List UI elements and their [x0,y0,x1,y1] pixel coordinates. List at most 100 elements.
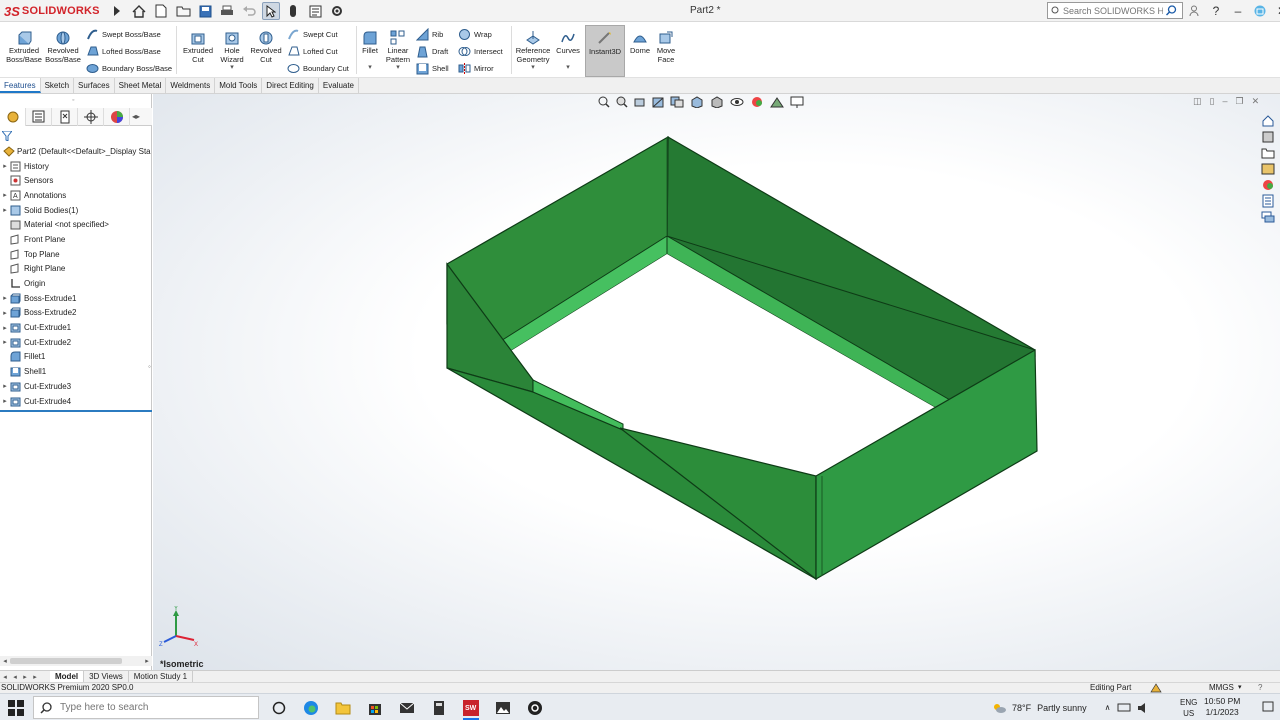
tree-item-boss-extrude1[interactable]: ▸ Boss-Extrude1 [0,291,152,306]
model-canvas[interactable] [153,94,1280,670]
tree-horizontal-scrollbar[interactable]: ◂ ▸ [0,656,152,666]
search-magnifier-icon[interactable] [1166,5,1177,16]
tab-evaluate[interactable]: Evaluate [319,78,360,93]
display-manager-tab-icon[interactable] [104,107,130,126]
tab-features[interactable]: Features [0,78,41,93]
tree-item-cut-extrude4[interactable]: ▸ Cut-Extrude4 [0,394,152,409]
instant3d-button[interactable]: Instant3D [585,25,625,77]
curves-dropdown-icon[interactable]: ▾ [566,64,570,73]
tree-root-part[interactable]: Part2 (Default<<Default>_Display Sta [0,144,152,159]
tab-mold-tools[interactable]: Mold Tools [215,78,263,93]
dome-button[interactable]: Dome [628,30,652,56]
intersect-button[interactable]: Intersect [458,45,503,58]
options-gear-icon[interactable] [328,2,346,20]
save-icon[interactable] [196,2,214,20]
lofted-boss-button[interactable]: Lofted Boss/Base [86,45,161,58]
rebuild-icon[interactable] [284,2,302,20]
input-language[interactable]: ENG US [1180,697,1197,719]
show-hidden-icons-icon[interactable]: ∧ [1105,703,1111,712]
photos-icon[interactable] [487,695,519,720]
hole-wizard-button[interactable]: Hole Wizard ▾ [216,30,248,73]
tab-sketch[interactable]: Sketch [41,78,75,93]
tree-item-cut-extrude1[interactable]: ▸ Cut-Extrude1 [0,320,152,335]
tray-model[interactable] [446,135,1038,581]
units-text[interactable]: MMGS [1209,683,1234,693]
forum-icon[interactable] [1261,210,1275,224]
file-explorer-taskbar-icon[interactable] [327,695,359,720]
expand-arrow-icon[interactable]: ▸ [0,191,10,199]
tab-3d-views[interactable]: 3D Views [84,671,129,682]
tree-filter[interactable] [2,129,12,143]
expand-arrow-icon[interactable]: ▸ [0,397,10,405]
close-window-icon[interactable]: ✕ [1274,3,1280,19]
taskbar-search-box[interactable] [33,696,259,719]
taskbar-clock[interactable]: 10:50 PM 1/1/2023 [1204,696,1240,718]
manager-tabs-scroll-icon[interactable]: ◂▸ [130,112,142,121]
tree-item-shell1[interactable]: Shell1 [0,364,152,379]
taskbar-search-input[interactable] [60,702,240,713]
curves-button[interactable]: Curves ▾ [554,30,582,72]
linear-pattern-button[interactable]: Linear Pattern ▾ [383,30,413,73]
tree-item-origin[interactable]: Origin [0,276,152,291]
tree-item-boss-extrude2[interactable]: ▸ Boss-Extrude2 [0,306,152,321]
tree-item-annotations[interactable]: ▸ A Annotations [0,188,152,203]
wrap-button[interactable]: Wrap [458,28,492,41]
help-icon[interactable]: ? [1208,3,1224,19]
tab-model[interactable]: Model [50,671,85,682]
expand-arrow-icon[interactable]: ▸ [0,382,10,390]
obs-recorder-icon[interactable] [519,695,551,720]
select-cursor-icon[interactable] [262,2,280,20]
dimxpert-manager-tab-icon[interactable] [78,107,104,126]
expand-arrow-icon[interactable]: ▸ [0,338,10,346]
notifications-icon[interactable] [1262,701,1274,713]
extruded-cut-button[interactable]: Extruded Cut [180,30,216,64]
help-search-box[interactable] [1047,2,1183,19]
expand-arrow-icon[interactable]: ▸ [0,309,10,317]
undo-icon[interactable] [240,2,258,20]
hole-wizard-dropdown-icon[interactable]: ▾ [230,64,234,73]
minimize-icon[interactable]: – [1230,3,1246,19]
reference-geometry-button[interactable]: Reference Geometry ▾ [514,30,552,73]
rollback-bar[interactable] [0,410,152,413]
user-account-icon[interactable] [1186,3,1202,19]
tree-item-front-plane[interactable]: Front Plane [0,232,152,247]
solidworks-resources-icon[interactable] [1261,114,1275,128]
task-view-icon[interactable] [263,695,295,720]
tree-item-solid-bodies-1[interactable]: ▸ Solid Bodies(1) [0,203,152,218]
tab-sheet-metal[interactable]: Sheet Metal [115,78,167,93]
revolved-boss-button[interactable]: Revolved Boss/Base [45,30,81,64]
home-icon[interactable] [130,2,148,20]
mail-icon[interactable] [391,695,423,720]
status-bar-help-icon[interactable]: ? [1258,683,1262,693]
edge-browser-icon[interactable] [295,695,327,720]
rib-button[interactable]: Rib [416,28,443,41]
next-tab-icon[interactable]: ▸ [20,673,30,681]
scrollbar-thumb[interactable] [10,658,122,664]
file-properties-icon[interactable] [306,2,324,20]
weather-desc[interactable]: Partly sunny [1037,703,1087,713]
boundary-cut-button[interactable]: Boundary Cut [287,62,349,75]
tree-item-material-not-specified[interactable]: Material <not specified> [0,217,152,232]
configuration-manager-tab-icon[interactable] [52,107,78,126]
weather-icon[interactable] [992,702,1006,714]
volume-icon[interactable] [1137,702,1147,714]
tab-direct-editing[interactable]: Direct Editing [262,78,319,93]
tree-item-right-plane[interactable]: Right Plane [0,262,152,277]
print-icon[interactable] [218,2,236,20]
new-document-icon[interactable] [152,2,170,20]
panel-grip-icon[interactable]: ◦ [72,97,74,104]
solidworks-logo[interactable]: 3S SOLIDWORKS [4,3,100,19]
tree-item-fillet1[interactable]: Fillet1 [0,350,152,365]
tree-item-cut-extrude3[interactable]: ▸ Cut-Extrude3 [0,379,152,394]
linear-pattern-dropdown-icon[interactable]: ▾ [396,64,400,73]
extruded-boss-button[interactable]: Extruded Boss/Base [6,30,42,64]
last-tab-icon[interactable]: ▸ [30,673,40,681]
solidworks-taskbar-icon[interactable]: SW [455,695,487,720]
filter-icon[interactable] [2,131,12,141]
reference-geometry-dropdown-icon[interactable]: ▾ [531,64,535,73]
graphics-area[interactable]: ◫ ▯ – ❐ ✕ Y X Z *Isometric [153,94,1280,670]
draft-button[interactable]: Draft [416,45,448,58]
fillet-dropdown-icon[interactable]: ▾ [368,64,372,73]
expand-arrow-icon[interactable]: ▸ [0,294,10,302]
first-tab-icon[interactable]: ◂ [0,673,10,681]
